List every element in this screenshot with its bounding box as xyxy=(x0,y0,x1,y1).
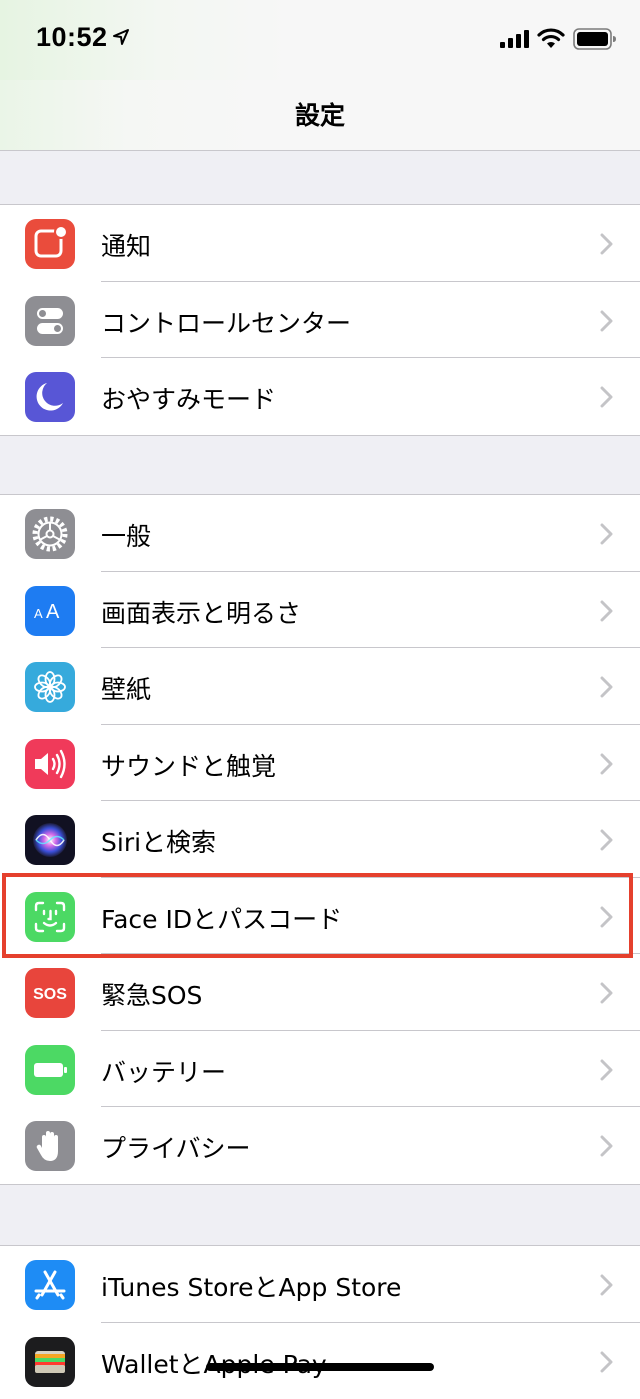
settings-row-face-id-passcode[interactable]: Face IDとパスコード xyxy=(0,878,640,955)
settings-row-itunes-app-store[interactable]: iTunes StoreとApp Store xyxy=(0,1246,640,1323)
settings-row-privacy[interactable]: プライバシー xyxy=(0,1107,640,1184)
svg-text:A: A xyxy=(46,601,60,623)
settings-row-label: おやすみモード xyxy=(101,380,276,416)
control-center-icon xyxy=(25,296,75,346)
siri-icon xyxy=(25,815,75,865)
settings-row-label: プライバシー xyxy=(101,1129,251,1165)
battery-icon xyxy=(573,28,617,50)
chevron-right-icon xyxy=(600,676,614,698)
settings-row-wallpaper[interactable]: 壁紙 xyxy=(0,648,640,725)
settings-row-label: 通知 xyxy=(101,227,151,263)
chevron-right-icon xyxy=(600,982,614,1004)
settings-row-do-not-disturb[interactable]: おやすみモード xyxy=(0,358,640,435)
chevron-right-icon xyxy=(600,1274,614,1296)
settings-row-sounds-haptics[interactable]: サウンドと触覚 xyxy=(0,725,640,802)
chevron-right-icon xyxy=(600,1059,614,1081)
chevron-right-icon xyxy=(600,829,614,851)
wallpaper-flower-icon xyxy=(25,662,75,712)
chevron-right-icon xyxy=(600,523,614,545)
settings-row-label: 壁紙 xyxy=(101,670,151,706)
settings-row-label: 画面表示と明るさ xyxy=(101,594,301,630)
notifications-icon xyxy=(25,219,75,269)
emergency-sos-icon: SOS xyxy=(25,968,75,1018)
settings-row-label: Face IDとパスコード xyxy=(101,900,342,936)
sounds-speaker-icon xyxy=(25,739,75,789)
settings-group-3: iTunes StoreとApp Store WalletとApple Pay xyxy=(0,1245,640,1399)
status-time: 10:52 xyxy=(36,22,108,53)
settings-row-wallet-apple-pay[interactable]: WalletとApple Pay xyxy=(0,1323,640,1399)
settings-row-control-center[interactable]: コントロールセンター xyxy=(0,282,640,359)
settings-row-label: バッテリー xyxy=(101,1053,226,1089)
settings-row-notifications[interactable]: 通知 xyxy=(0,205,640,282)
chevron-right-icon xyxy=(600,1135,614,1157)
navigation-bar: 設定 xyxy=(0,80,640,151)
settings-row-battery[interactable]: バッテリー xyxy=(0,1031,640,1108)
settings-row-label: コントロールセンター xyxy=(101,304,351,340)
svg-text:SOS: SOS xyxy=(33,986,67,1003)
settings-row-label: サウンドと触覚 xyxy=(101,747,276,783)
chevron-right-icon xyxy=(600,310,614,332)
chevron-right-icon xyxy=(600,1351,614,1373)
chevron-right-icon xyxy=(600,600,614,622)
do-not-disturb-moon-icon xyxy=(25,372,75,422)
settings-row-label: 一般 xyxy=(101,517,151,553)
settings-row-label: iTunes StoreとApp Store xyxy=(101,1268,401,1304)
chevron-right-icon xyxy=(600,753,614,775)
battery-settings-icon xyxy=(25,1045,75,1095)
status-bar: 10:52 xyxy=(0,0,640,80)
privacy-hand-icon xyxy=(25,1121,75,1171)
settings-row-general[interactable]: 一般 xyxy=(0,495,640,572)
settings-group-1: 通知 コントロールセンター おやすみモード xyxy=(0,204,640,436)
svg-text:A: A xyxy=(34,606,43,621)
display-brightness-icon: A A xyxy=(25,586,75,636)
settings-row-siri-search[interactable]: Siriと検索 xyxy=(0,801,640,878)
app-store-icon xyxy=(25,1260,75,1310)
wifi-icon xyxy=(537,27,565,49)
chevron-right-icon xyxy=(600,233,614,255)
home-indicator[interactable] xyxy=(206,1363,434,1371)
settings-row-display-brightness[interactable]: A A 画面表示と明るさ xyxy=(0,572,640,649)
chevron-right-icon xyxy=(600,386,614,408)
settings-row-emergency-sos[interactable]: SOS 緊急SOS xyxy=(0,954,640,1031)
page-title: 設定 xyxy=(0,96,640,132)
wallet-icon xyxy=(25,1337,75,1387)
general-gear-icon xyxy=(25,509,75,559)
cellular-signal-icon xyxy=(500,30,530,48)
location-arrow-icon xyxy=(112,28,130,46)
settings-row-label: Siriと検索 xyxy=(101,823,216,859)
chevron-right-icon xyxy=(600,906,614,928)
settings-group-2: 一般 A A 画面表示と明るさ xyxy=(0,494,640,1185)
face-id-icon xyxy=(25,892,75,942)
settings-row-label: 緊急SOS xyxy=(101,976,202,1012)
